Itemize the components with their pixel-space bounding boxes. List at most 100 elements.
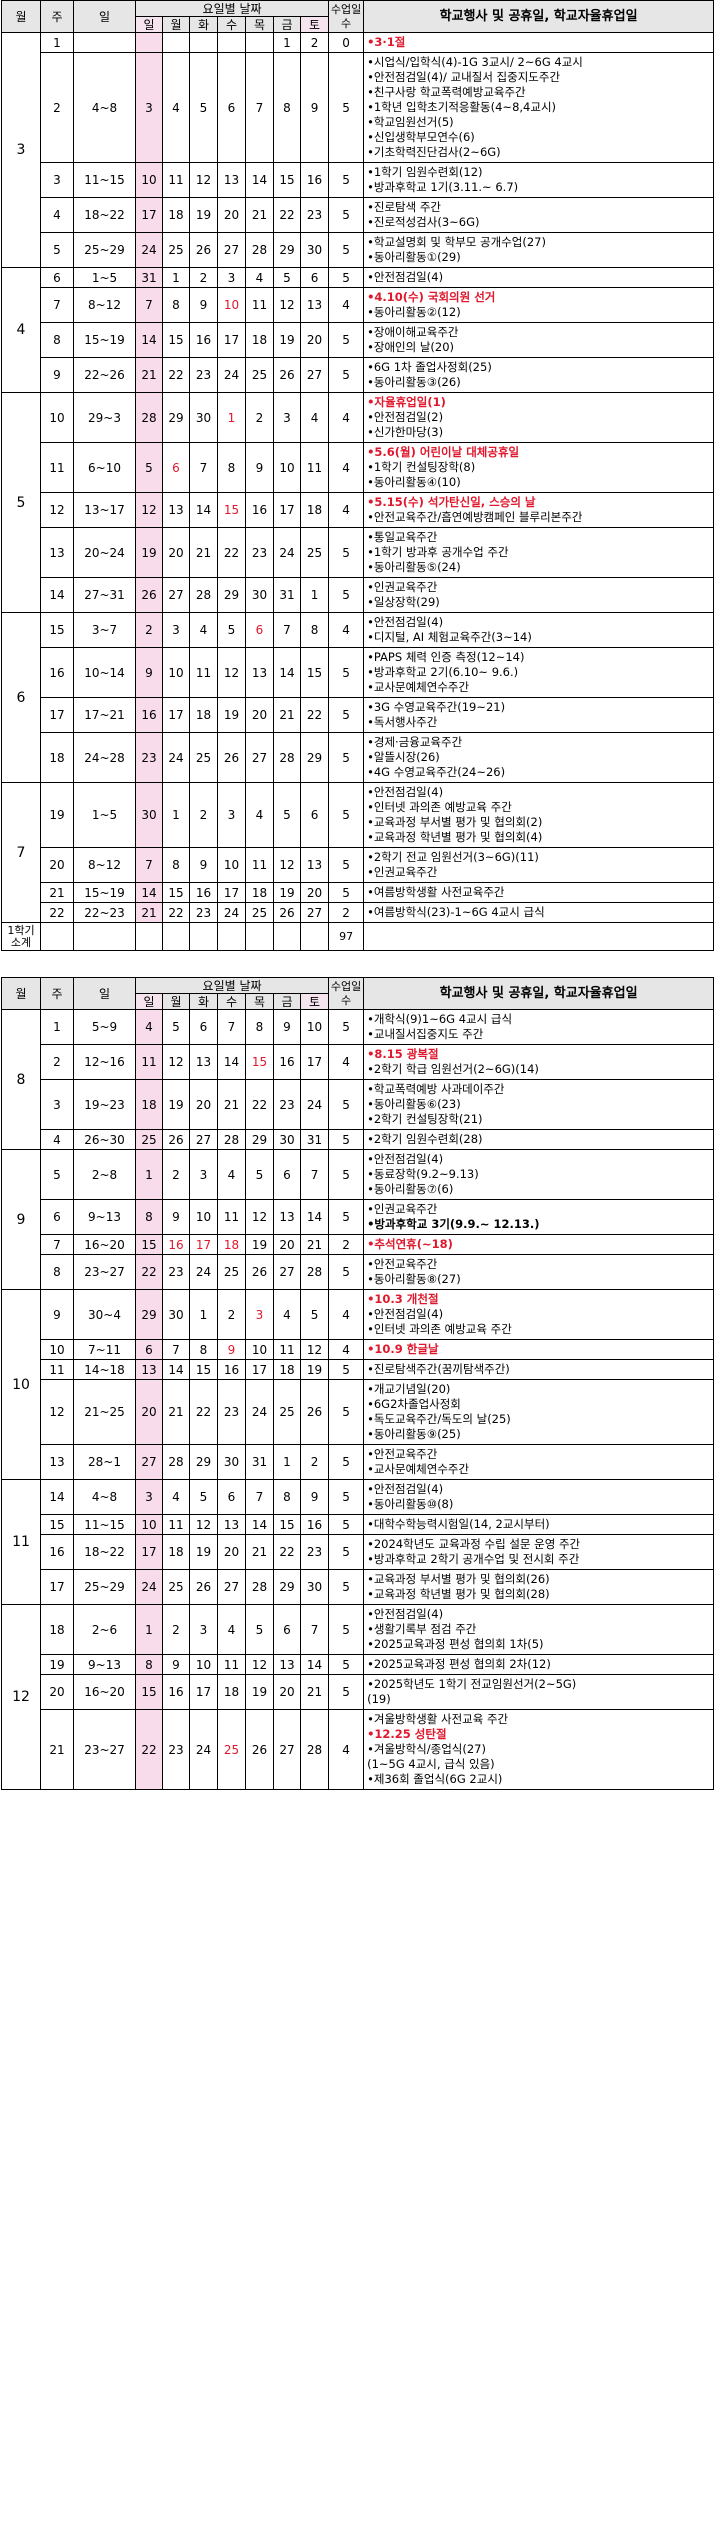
school-calendar-page: 월 주 일 요일별 날짜 수업일수 학교행사 및 공휴일, 학교자율휴업일 일 월 화 수 목 금 토 …: [0, 0, 714, 1790]
date-cell: 20: [299, 882, 330, 903]
week-range: 2~6: [73, 1604, 136, 1655]
date-cell: 24: [135, 232, 163, 268]
event-line: •1학기 컨설팅장학(8): [367, 460, 476, 474]
event-line: •개교기념일(20): [367, 1382, 451, 1396]
school-days-count: 5: [328, 1199, 365, 1235]
date-cell: 27: [273, 1254, 301, 1290]
event-line: •일상장학(29): [367, 595, 440, 609]
date-cell: 18: [217, 1674, 246, 1710]
date-cell: 20: [189, 1079, 218, 1130]
date-cell: 14: [273, 647, 301, 698]
event-line: •3·1절: [367, 35, 406, 49]
event-line: •진로탐색 주간: [367, 200, 441, 214]
week-range: 11~15: [73, 162, 136, 198]
date-cell: 2: [299, 32, 330, 53]
date-cell: 24: [162, 732, 190, 783]
table-row: 10 7~11 6 7 8 9 10 11 12 4 •10.9 한글날: [2, 1339, 714, 1360]
event-line: •안전교육주간: [367, 1447, 438, 1461]
event-line: •안전점검일(4): [367, 1607, 444, 1621]
date-cell: 8: [135, 1654, 163, 1675]
table-row: 20 8~12 7 8 9 10 11 12 13 5 •2학기 전교 임원선거(3~6G)(11)…: [2, 847, 714, 883]
date-cell: 11: [217, 1199, 246, 1235]
event-line: •2학기 임원수련회(28): [367, 1132, 483, 1146]
table-row: 18 24~28 23 24 25 26 27 28 29 5 •경제·금융교육주간 •알뜰시장(26…: [2, 732, 714, 783]
date-cell: 22: [162, 357, 190, 393]
event-line: •진로적성검사(3~6G): [367, 215, 480, 229]
date-cell: [217, 32, 246, 53]
event-line: •5.15(수) 석가탄신일, 스승의 날: [367, 495, 536, 509]
event-line: •교내질서집중지도 주간: [367, 1027, 484, 1041]
event-line: •경제·금융교육주간: [367, 735, 463, 749]
school-days-count: 4: [328, 392, 365, 443]
date-cell: 5: [162, 1009, 190, 1045]
week-number: 4: [40, 1129, 74, 1150]
table-row: 22 22~23 21 22 23 24 25 26 27 2 •여름방학식(23)-1~6G 4교…: [2, 902, 714, 923]
table-row: 13 20~24 19 20 21 22 23 24 25 5 •통일교육주간 •1학기 방과후 공개…: [2, 527, 714, 578]
events-cell: •학교설명회 및 학부모 공개수업(27) •동아리활동①(29): [363, 232, 714, 268]
date-cell: 10: [299, 1009, 330, 1045]
date-cell: 13: [162, 492, 190, 528]
date-cell: 9: [273, 1009, 301, 1045]
event-line: •안전점검일(4): [367, 270, 444, 284]
date-cell: 14: [299, 1654, 330, 1675]
date-cell: 10: [273, 442, 301, 493]
date-cell: 23: [189, 357, 218, 393]
date-cell: 10: [135, 1514, 163, 1535]
event-line: •1학년 입학초기적응활동(4~8,4교시): [367, 100, 557, 114]
month-cell: 5: [1, 392, 41, 613]
date-cell: 28: [299, 1254, 330, 1290]
date-cell: 19: [189, 1534, 218, 1570]
empty-cell: [245, 922, 274, 951]
week-range: 15~19: [73, 322, 136, 358]
week-number: 14: [40, 1479, 74, 1515]
date-cell: 21: [273, 697, 301, 733]
week-number: 15: [40, 612, 74, 648]
date-cell: 23: [299, 197, 330, 233]
events-cell: •진로탐색주간(꿈끼탐색주간): [363, 1359, 714, 1380]
date-cell: 17: [162, 697, 190, 733]
week-range: 1~5: [73, 267, 136, 288]
events-cell: •대학수학능력시험일(14, 2교시부터): [363, 1514, 714, 1535]
week-range: 10~14: [73, 647, 136, 698]
empty-cell: [73, 922, 136, 951]
date-cell: 10: [217, 847, 246, 883]
week-number: 4: [40, 197, 74, 233]
events-cell: •여름방학식(23)-1~6G 4교시 급식: [363, 902, 714, 923]
week-number: 13: [40, 527, 74, 578]
date-cell: 26: [135, 577, 163, 613]
date-cell: 15: [299, 647, 330, 698]
date-cell: 4: [273, 1289, 301, 1340]
date-cell: 24: [273, 527, 301, 578]
date-cell: 11: [189, 647, 218, 698]
event-line: •2학기 컨설팅장학(21): [367, 1112, 483, 1126]
event-line: •방과후학교 1기(3.11.~ 6.7): [367, 180, 519, 194]
date-cell: 3: [162, 612, 190, 648]
table-row: 15 11~15 10 11 12 13 14 15 16 5 •대학수학능력시험일(14, 2교시…: [2, 1514, 714, 1535]
empty-cell: [189, 922, 218, 951]
date-cell: 24: [217, 902, 246, 923]
week-number: 2: [40, 1044, 74, 1080]
event-line: •동아리활동⑦(6): [367, 1182, 454, 1196]
month-cell: 9: [1, 1149, 41, 1290]
event-line: •10.3 개천절: [367, 1292, 439, 1306]
date-cell: 24: [189, 1709, 218, 1790]
table-row: 3 19~23 18 19 20 21 22 23 24 5 •학교폭력예방 사과데이주간 •동아리활…: [2, 1079, 714, 1130]
event-line: •교육과정 학년별 평가 및 협의회(28): [367, 1587, 550, 1601]
week-number: 21: [40, 882, 74, 903]
school-days-count: 5: [328, 527, 365, 578]
date-cell: 6: [217, 1479, 246, 1515]
week-number: 3: [40, 162, 74, 198]
date-cell: 14: [299, 1199, 330, 1235]
date-cell: 12: [189, 162, 218, 198]
date-cell: 23: [162, 1709, 190, 1790]
header-month: 월: [1, 0, 41, 33]
date-cell: 23: [273, 1079, 301, 1130]
date-cell: 25: [162, 1569, 190, 1605]
week-range: 27~31: [73, 577, 136, 613]
date-cell: 22: [273, 1534, 301, 1570]
date-cell: 17: [135, 197, 163, 233]
date-cell: 16: [162, 1234, 190, 1255]
date-cell: 21: [245, 1534, 274, 1570]
events-cell: •2025교육과정 편성 협의회 2차(12): [363, 1654, 714, 1675]
school-days-count: 2: [328, 1234, 365, 1255]
